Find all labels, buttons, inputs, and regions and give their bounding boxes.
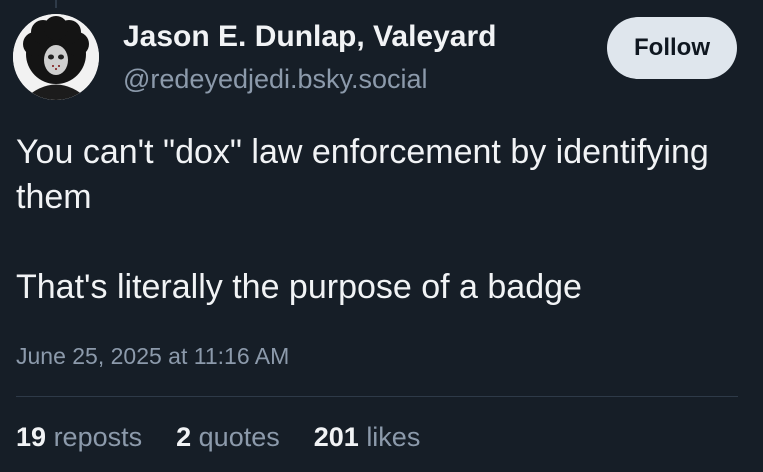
likes-count: 201 [313, 422, 359, 452]
post-text: You can't "dox" law enforcement by ident… [16, 130, 746, 310]
author-handle[interactable]: @redeyedjedi.bsky.social [123, 64, 428, 95]
reposts-label: reposts [53, 422, 143, 452]
reposts-count: 19 [16, 422, 47, 452]
thread-line [55, 0, 57, 8]
avatar[interactable] [13, 14, 99, 100]
post-card: Jason E. Dunlap, Valeyard @redeyedjedi.b… [0, 0, 763, 472]
reposts-stat[interactable]: 19 reposts [16, 422, 142, 453]
post-timestamp[interactable]: June 25, 2025 at 11:16 AM [16, 343, 289, 370]
avatar-image [13, 14, 99, 100]
post-stats: 19 reposts 2 quotes 201 likes [16, 422, 454, 453]
quotes-label: quotes [198, 422, 280, 452]
divider [16, 396, 738, 397]
likes-label: likes [366, 422, 421, 452]
quotes-stat[interactable]: 2 quotes [176, 422, 280, 453]
follow-button[interactable]: Follow [607, 17, 737, 79]
quotes-count: 2 [176, 422, 192, 452]
author-name[interactable]: Jason E. Dunlap, Valeyard [123, 20, 496, 54]
post-text-line: That's literally the purpose of a badge [16, 268, 582, 306]
post-text-line: You can't "dox" law enforcement by ident… [16, 133, 709, 216]
likes-stat[interactable]: 201 likes [314, 422, 421, 453]
